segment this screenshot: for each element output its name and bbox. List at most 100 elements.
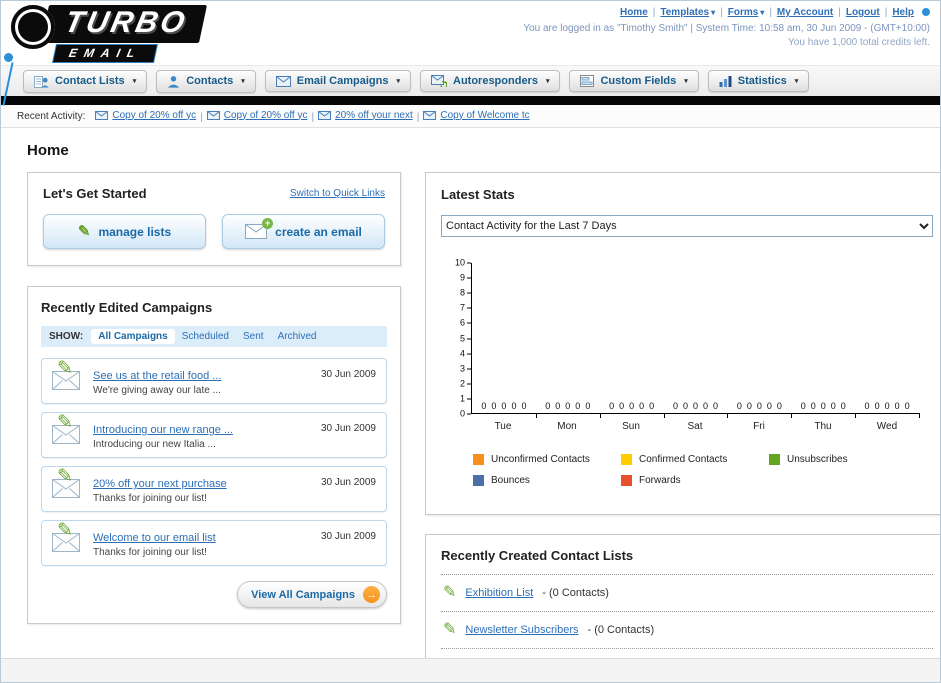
contact-list-detail: - (0 Contacts) [587, 624, 655, 636]
bar-value-label: 0 [693, 401, 699, 411]
nav-tab-contacts[interactable]: Contacts ▾ [156, 69, 256, 93]
campaign-date: 30 Jun 2009 [320, 477, 376, 488]
recent-activity-item[interactable]: Copy of 20% off yc [95, 110, 196, 121]
callout-dot [4, 53, 13, 62]
bar-value-label: 0 [609, 401, 615, 411]
nav-divider-bar [1, 96, 940, 105]
nav-tab-autoresponders[interactable]: Autoresponders ▾ [420, 70, 561, 92]
recent-activity-label: Recent Activity: [17, 110, 86, 122]
turbo-email-logo[interactable]: TURBO EMAIL [11, 5, 207, 62]
campaign-text: See us at the retail food ... We're givin… [93, 366, 310, 396]
logo-block: TURBO [40, 5, 207, 43]
contact-list-item[interactable]: ✎ Newsletter Subscribers - (0 Contacts) [441, 612, 933, 649]
recent-activity-item[interactable]: Copy of Welcome tc [423, 110, 530, 121]
campaign-text: Welcome to our email list Thanks for join… [93, 528, 310, 558]
header-link-my-account[interactable]: My Account [777, 7, 833, 18]
page-title: Home [27, 142, 69, 159]
chart-plot-area: 00000000000000000000000000000000000 [471, 263, 920, 418]
recent-activity-item[interactable]: Copy of 20% off yc [206, 109, 308, 121]
chart-category-group: 00000 [536, 263, 601, 418]
bar-value-label: 0 [672, 401, 678, 411]
legend-label: Unconfirmed Contacts [491, 454, 590, 465]
switch-quick-links-link[interactable]: Switch to Quick Links [290, 188, 385, 199]
pencil-icon: ✎ [57, 520, 73, 541]
y-axis-tick-label: 10 [454, 257, 465, 268]
y-axis-tick: 1 [460, 394, 471, 403]
y-axis-tick: 9 [460, 273, 471, 283]
campaign-title-link[interactable]: Welcome to our email list [93, 532, 216, 544]
envelope-icon: ✎ [52, 467, 82, 498]
y-axis-tick-label: 7 [459, 302, 465, 313]
campaign-subtitle: Thanks for joining our list! [93, 547, 207, 558]
pencil-icon: ✎ [57, 412, 73, 433]
nav-tab-email-campaigns[interactable]: Email Campaigns ▾ [264, 70, 411, 92]
bar-value-label: 0 [491, 401, 497, 411]
latest-stats-panel: Latest Stats Contact Activity for the La… [425, 172, 940, 515]
campaign-item[interactable]: ✎ Welcome to our email list Thanks for joi… [41, 520, 387, 566]
header-link-logout[interactable]: Logout [846, 7, 880, 18]
filter-scheduled[interactable]: Scheduled [175, 329, 236, 344]
nav-tab-contact-lists[interactable]: Contact Lists ▾ [23, 69, 148, 93]
create-email-label: create an email [275, 224, 362, 239]
recent-activity-item-label: Copy of 20% off yc [223, 109, 308, 121]
filter-archived[interactable]: Archived [271, 329, 324, 344]
nav-tab-statistics[interactable]: Statistics ▾ [707, 70, 810, 92]
campaign-text: 20% off your next purchase Thanks for joi… [93, 474, 310, 504]
recent-activity-bar: Recent Activity: Copy of 20% off yc | Copy… [1, 105, 940, 128]
y-axis-tick: 2 [460, 379, 471, 388]
y-axis-tick: 7 [459, 302, 471, 313]
campaign-title-link[interactable]: Introducing our new range ... [93, 424, 233, 436]
show-label: SHOW: [49, 331, 84, 342]
campaign-title-link[interactable]: See us at the retail food ... [93, 370, 221, 382]
logo-swirl-icon [11, 5, 55, 49]
bar-value-label: 0 [736, 401, 742, 411]
bar-value-label: 0 [619, 401, 625, 411]
x-axis-tick-label: Tue [494, 421, 512, 432]
header-link-home[interactable]: Home [620, 7, 648, 18]
header-link-forms[interactable]: Forms ▾ [728, 7, 765, 18]
filter-all-campaigns[interactable]: All Campaigns [91, 329, 175, 344]
contact-list-link[interactable]: Exhibition List [465, 587, 533, 599]
chevron-down-icon: ▾ [545, 78, 550, 85]
contact-list-link[interactable]: Newsletter Subscribers [465, 624, 578, 636]
contact-list-item[interactable]: ✎ Exhibition List - (0 Contacts) [441, 575, 933, 612]
campaign-date: 30 Jun 2009 [320, 423, 376, 434]
stats-period-select[interactable]: Contact Activity for the Last 7 Days [441, 215, 933, 237]
y-axis-tick: 10 [454, 257, 471, 268]
statistics-icon [719, 75, 732, 87]
header-link-templates[interactable]: Templates ▾ [660, 7, 715, 18]
bar-value-label: 0 [639, 401, 645, 411]
recent-activity-item[interactable]: 20% off your next [318, 110, 413, 121]
pencil-icon: ✎ [443, 584, 457, 601]
separator: | [416, 111, 420, 123]
separator: | [200, 111, 203, 123]
view-all-campaigns-button[interactable]: View All Campaigns → [237, 581, 387, 608]
nav-tab-custom-fields[interactable]: Custom Fields ▾ [569, 70, 699, 92]
campaign-title-link[interactable]: 20% off your next purchase [93, 478, 227, 490]
campaign-item[interactable]: ✎ Introducing our new range ... Introducin… [41, 412, 387, 458]
y-axis-tick-label: 1 [459, 393, 465, 404]
contact-activity-chart: 0 1 2 3 4 5 6 7 8 9 10 000000000000000000000000000… [441, 258, 933, 496]
bar-value-label: 0 [521, 401, 527, 411]
nav-tab-label: Contacts [186, 75, 234, 87]
logo-email-text: EMAIL [53, 45, 158, 62]
chart-category-group: 00000 [600, 263, 665, 418]
bar-value-label: 0 [840, 401, 846, 411]
bar-value-label: 0 [713, 401, 719, 411]
recent-activity-item-label: Copy of 20% off yc [112, 109, 197, 121]
header-link-help[interactable]: Help [892, 7, 914, 18]
separator: | [311, 111, 315, 123]
chevron-down-icon: ▾ [241, 78, 245, 85]
campaign-item[interactable]: ✎ See us at the retail food ... We're givi… [41, 358, 387, 404]
contacts-icon [167, 75, 180, 88]
campaign-item[interactable]: ✎ 20% off your next purchase Thanks for jo… [41, 466, 387, 512]
create-email-button[interactable]: + create an email [222, 214, 385, 249]
stats-title: Latest Stats [441, 187, 515, 202]
bar-value-labels: 00000 [855, 401, 919, 411]
filter-sent[interactable]: Sent [236, 329, 271, 344]
envelope-icon [206, 110, 220, 120]
get-started-title: Let's Get Started [43, 186, 147, 201]
y-axis-tick-label: 0 [459, 408, 465, 419]
manage-lists-button[interactable]: ✎ manage lists [43, 214, 206, 249]
bar-value-labels: 00000 [600, 401, 664, 411]
